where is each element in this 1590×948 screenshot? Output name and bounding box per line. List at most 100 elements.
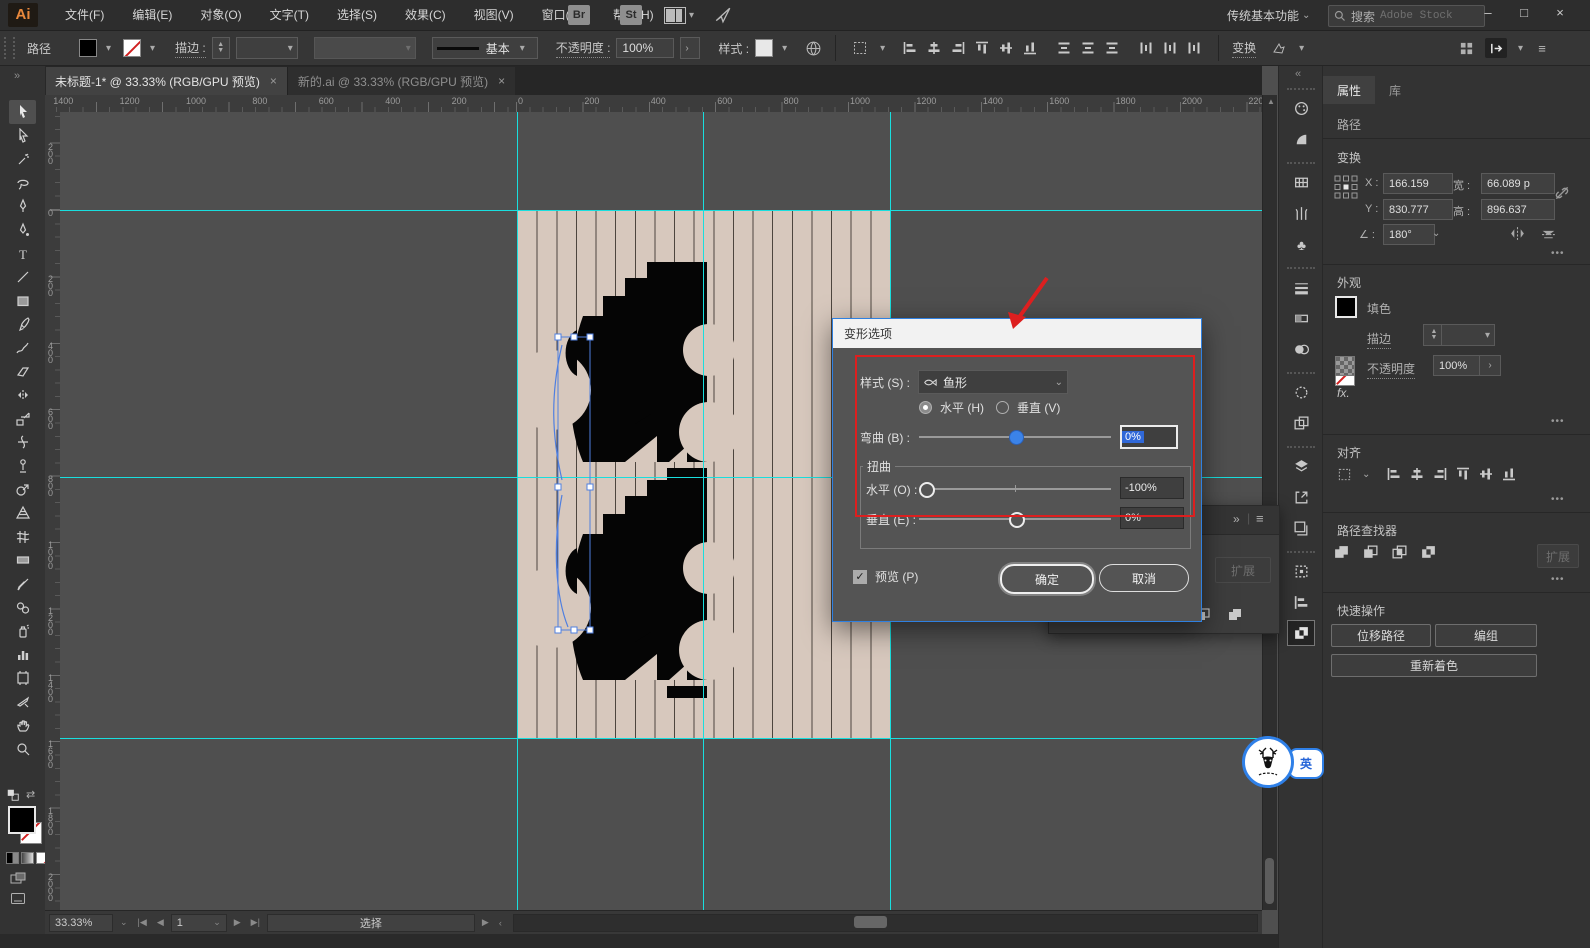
- export-panel-icon[interactable]: [1288, 485, 1314, 509]
- radio-unselected-icon[interactable]: [996, 401, 1009, 414]
- checkbox-checked-icon[interactable]: ✓: [853, 569, 867, 584]
- tab-libraries[interactable]: 库: [1375, 76, 1415, 104]
- distort-h-slider-track[interactable]: [928, 488, 1111, 490]
- appearance-fill-swatch[interactable]: [1335, 296, 1357, 318]
- fill-color-swatch[interactable]: [8, 806, 36, 834]
- stroke-panel-icon[interactable]: [1288, 275, 1314, 299]
- ruler-vertical[interactable]: 2 0 0 0 2 0 0 4 0 0 6 0 0 8 0 0 1 0 0 0 1 2 0 0…: [45, 112, 61, 910]
- artboard-chevron-icon[interactable]: ⌄: [213, 917, 221, 928]
- document-tab-inactive[interactable]: 新的.ai @ 33.33% (RGB/GPU 预览) ×: [286, 67, 516, 95]
- tab-properties[interactable]: 属性: [1323, 76, 1376, 104]
- zoom-level-field[interactable]: 33.33%: [49, 913, 113, 932]
- guide-horizontal[interactable]: [60, 210, 1262, 211]
- puppet-warp-tool[interactable]: [9, 454, 36, 478]
- swap-fill-stroke-icon[interactable]: [6, 788, 20, 802]
- stroke-swatch[interactable]: [123, 39, 142, 57]
- align-top-button[interactable]: [1455, 466, 1471, 482]
- chevron-down-icon[interactable]: ▾: [106, 43, 111, 54]
- cancel-button[interactable]: 取消: [1099, 564, 1189, 592]
- gradient-panel-icon[interactable]: [1288, 306, 1314, 330]
- first-artboard-icon[interactable]: |◀: [135, 917, 150, 928]
- ruler-horizontal[interactable]: 1400 1200 1000 800 600 400 200 0 200 400 600 800 100…: [45, 95, 1262, 113]
- shaper-tool[interactable]: [9, 336, 36, 360]
- transparency-panel-icon[interactable]: [1288, 337, 1314, 361]
- horizontal-scrollbar-thumb[interactable]: [853, 915, 887, 928]
- slice-tool[interactable]: [9, 690, 36, 714]
- bridge-button[interactable]: Br: [568, 5, 590, 25]
- eraser-tool[interactable]: [9, 360, 36, 384]
- fill-swatch[interactable]: [79, 39, 98, 57]
- prev-artboard-icon[interactable]: ◀: [154, 917, 167, 928]
- chevron-down-icon[interactable]: ▾: [1299, 43, 1304, 54]
- eyedropper-tool[interactable]: [9, 572, 36, 596]
- variable-width-profile-select[interactable]: 基本 ▾: [431, 37, 538, 59]
- align-right-button[interactable]: [947, 38, 969, 58]
- stock-button[interactable]: St: [620, 5, 642, 25]
- align-more-options[interactable]: •••: [1551, 494, 1565, 505]
- chevron-down-icon[interactable]: ⌄: [1362, 469, 1370, 480]
- pen-tool[interactable]: [9, 194, 36, 218]
- pathfinder-unite-button[interactable]: [1227, 607, 1243, 623]
- brush-definition-select[interactable]: ▾: [313, 37, 416, 59]
- color-mode-icon[interactable]: [6, 852, 19, 864]
- document-tab-active[interactable]: 未标题-1* @ 33.33% (RGB/GPU 预览) ×: [45, 67, 287, 95]
- last-artboard-icon[interactable]: ▶|: [248, 917, 263, 928]
- opacity-expand-button[interactable]: ›: [680, 37, 701, 59]
- rectangle-tool[interactable]: [9, 289, 36, 313]
- height-input[interactable]: 896.637: [1481, 199, 1555, 220]
- pathfinder-exclude-button[interactable]: [1420, 544, 1437, 561]
- document-setup-icon[interactable]: [805, 40, 822, 57]
- appearance-more-options[interactable]: •••: [1551, 416, 1565, 427]
- group-button[interactable]: 编组: [1435, 624, 1537, 647]
- minimize-button[interactable]: –: [1472, 0, 1504, 26]
- chevron-down-icon[interactable]: ▾: [1518, 43, 1523, 54]
- appearance-opacity-label[interactable]: 不透明度: [1367, 360, 1416, 379]
- symbol-sprayer-tool[interactable]: [9, 619, 36, 643]
- column-graph-tool[interactable]: [9, 643, 36, 667]
- dist-h-left-button[interactable]: [1135, 38, 1157, 58]
- brushes-panel-icon[interactable]: [1288, 201, 1314, 225]
- status-collapse-icon[interactable]: ‹: [496, 918, 505, 928]
- opacity-expand-button[interactable]: ›: [1479, 355, 1501, 376]
- reflect-tool[interactable]: [9, 383, 36, 407]
- workspace-grid-icon[interactable]: [1455, 38, 1477, 58]
- dist-v-center-button[interactable]: [1077, 38, 1099, 58]
- panel-collapse-icon[interactable]: »: [1233, 512, 1240, 526]
- swap-arrows-icon[interactable]: ⇄: [26, 788, 35, 801]
- menu-list-icon[interactable]: ≡: [1531, 38, 1553, 58]
- style-swatch[interactable]: [755, 39, 774, 57]
- layers-panel-icon[interactable]: [1288, 454, 1314, 478]
- menu-item-5[interactable]: 效果(C): [392, 0, 459, 30]
- panel-dock-icon[interactable]: [1485, 38, 1507, 58]
- color-panel-icon[interactable]: [1288, 96, 1314, 120]
- rotation-input[interactable]: 180°: [1383, 224, 1435, 245]
- distort-h-slider-thumb[interactable]: [919, 482, 935, 498]
- appearance-stroke-label[interactable]: 描边: [1367, 330, 1392, 349]
- close-button[interactable]: ×: [1544, 0, 1576, 26]
- offset-path-button[interactable]: 位移路径: [1331, 624, 1431, 647]
- workspace-switcher[interactable]: 传统基本功能 ⌄: [1227, 0, 1310, 30]
- align-panel-icon[interactable]: [1288, 590, 1314, 614]
- share-icon[interactable]: [714, 6, 732, 24]
- align-center-h-button[interactable]: [1409, 466, 1425, 482]
- menu-item-3[interactable]: 文字(T): [257, 0, 322, 30]
- pathfinder-more-options[interactable]: •••: [1551, 574, 1565, 585]
- gradient-tool[interactable]: [9, 548, 36, 572]
- align-right-button[interactable]: [1432, 466, 1448, 482]
- selection-outline[interactable]: [540, 325, 610, 645]
- bend-slider-thumb[interactable]: [1009, 430, 1024, 445]
- arrange-documents-button[interactable]: ▾: [664, 6, 694, 24]
- direct-selection-tool[interactable]: [9, 124, 36, 148]
- gradient-mode-icon[interactable]: [21, 852, 34, 864]
- chevron-down-icon[interactable]: ▾: [880, 43, 885, 54]
- chevron-down-icon[interactable]: ▾: [150, 43, 155, 54]
- stroke-weight-select[interactable]: ▾: [1441, 324, 1495, 346]
- selection-tool[interactable]: [9, 100, 36, 124]
- paintbrush-tool[interactable]: [9, 312, 36, 336]
- distort-h-value-input[interactable]: -100%: [1120, 477, 1184, 499]
- align-bottom-button[interactable]: [1501, 466, 1517, 482]
- align-left-button[interactable]: [899, 38, 921, 58]
- transform-more-options[interactable]: •••: [1551, 248, 1565, 259]
- align-to-selection-button[interactable]: [1333, 464, 1355, 484]
- width-tool[interactable]: [9, 430, 36, 454]
